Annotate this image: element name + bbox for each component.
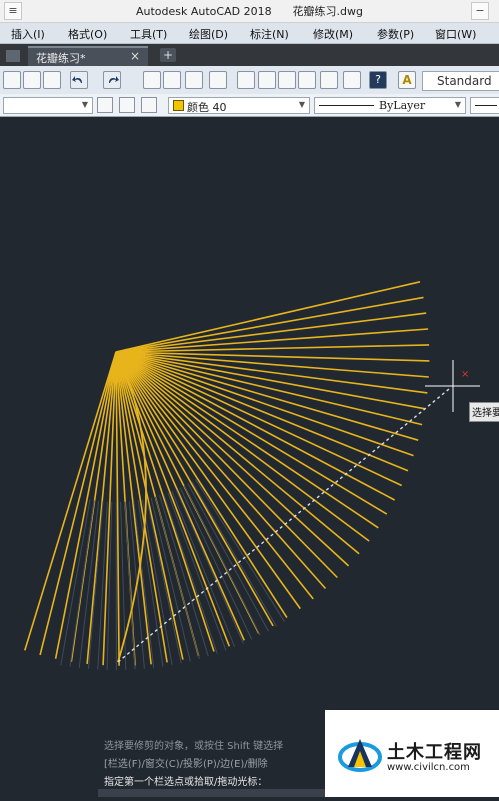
menu-dimension[interactable]: 标注(N)	[250, 26, 289, 42]
lineweight-sample	[475, 105, 497, 106]
lineweight-dropdown[interactable]	[470, 97, 499, 114]
watermark-name: 土木工程网	[387, 738, 482, 764]
trimmed-line	[147, 499, 181, 663]
color-swatch	[173, 100, 184, 111]
cursor-tooltip-text: 选择要	[472, 404, 499, 419]
pickbox-marker-icon: ×	[461, 369, 469, 380]
calculator-icon[interactable]	[343, 71, 361, 89]
layer-match-icon[interactable]	[119, 97, 135, 113]
color-dropdown[interactable]: 颜色 40 ▼	[168, 97, 310, 114]
command-prompt: 指定第一个栏选点或拾取/拖动光标：	[104, 773, 267, 788]
command-history-line: [栏选(F)/窗交(C)/投影(P)/边(E)/删除	[104, 755, 268, 770]
trimmed-line	[61, 500, 90, 666]
watermark-logo-icon	[338, 733, 382, 777]
linetype-value: ByLayer	[379, 99, 425, 112]
linetype-dropdown[interactable]: ByLayer ▼	[314, 97, 466, 114]
menu-window[interactable]: 窗口(W)	[435, 26, 476, 42]
tab-menu-icon[interactable]	[6, 50, 20, 62]
menu-format[interactable]: 格式(O)	[68, 26, 107, 42]
drawing-icon[interactable]	[3, 71, 21, 89]
menu-modify[interactable]: 修改(M)	[313, 26, 353, 42]
window-title: Autodesk AutoCAD 2018 花瓣练习.dwg	[0, 3, 499, 19]
chevron-down-icon: ▼	[455, 100, 461, 109]
zoom-realtime-icon[interactable]	[163, 71, 181, 89]
design-center-icon[interactable]	[258, 71, 276, 89]
pan-icon[interactable]	[143, 71, 161, 89]
text-style-icon[interactable]: A	[398, 71, 416, 89]
text-style-value: Standard	[437, 74, 492, 88]
tab-close-icon[interactable]: ×	[130, 49, 140, 63]
tab-label: 花瓣练习*	[36, 50, 86, 66]
chevron-down-icon: ▼	[82, 100, 88, 109]
menu-parametric[interactable]: 参数(P)	[377, 26, 414, 42]
layer-previous-icon[interactable]	[141, 97, 157, 113]
undo-icon[interactable]	[70, 71, 88, 89]
markup-icon[interactable]	[320, 71, 338, 89]
command-history-line: 选择要修剪的对象，或按住 Shift 键选择	[104, 737, 283, 752]
snap-icon[interactable]	[43, 71, 61, 89]
properties-icon[interactable]	[237, 71, 255, 89]
watermark-url: www.civilcn.com	[387, 762, 470, 773]
help-icon[interactable]: ?	[369, 71, 387, 89]
trimmed-line	[125, 502, 135, 670]
trimmed-line	[180, 488, 252, 640]
layer-dropdown[interactable]: ▼	[3, 97, 93, 114]
menu-insert[interactable]: 插入(I)	[11, 26, 45, 42]
menu-bar: 插入(I) 格式(O) 工具(T) 绘图(D) 标注(N) 修改(M) 参数(P…	[0, 23, 499, 44]
menu-tools[interactable]: 工具(T)	[130, 26, 167, 42]
drawing-canvas[interactable]: ×	[0, 117, 499, 797]
minimize-button[interactable]: −	[471, 2, 489, 20]
sheet-set-icon[interactable]	[298, 71, 316, 89]
trimmed-line	[168, 493, 226, 651]
linetype-sample	[319, 105, 374, 106]
color-value: 颜色 40	[187, 99, 227, 115]
fan-line	[116, 297, 424, 352]
drawing-svg: ×	[0, 117, 499, 797]
menu-draw[interactable]: 绘图(D)	[189, 26, 228, 42]
redo-icon[interactable]	[103, 71, 121, 89]
chevron-down-icon: ▼	[299, 100, 305, 109]
make-current-layer-icon[interactable]	[97, 97, 113, 113]
zoom-window-icon[interactable]	[185, 71, 203, 89]
tool-palette-icon[interactable]	[278, 71, 296, 89]
fan-line	[116, 352, 418, 440]
new-tab-button[interactable]: +	[160, 48, 176, 62]
trimmed-line	[196, 479, 285, 622]
properties-toolbar: ▼ 颜色 40 ▼ ByLayer ▼	[0, 94, 499, 117]
command-input[interactable]	[98, 789, 326, 797]
zoom-previous-icon[interactable]	[209, 71, 227, 89]
layer-icon[interactable]	[23, 71, 41, 89]
